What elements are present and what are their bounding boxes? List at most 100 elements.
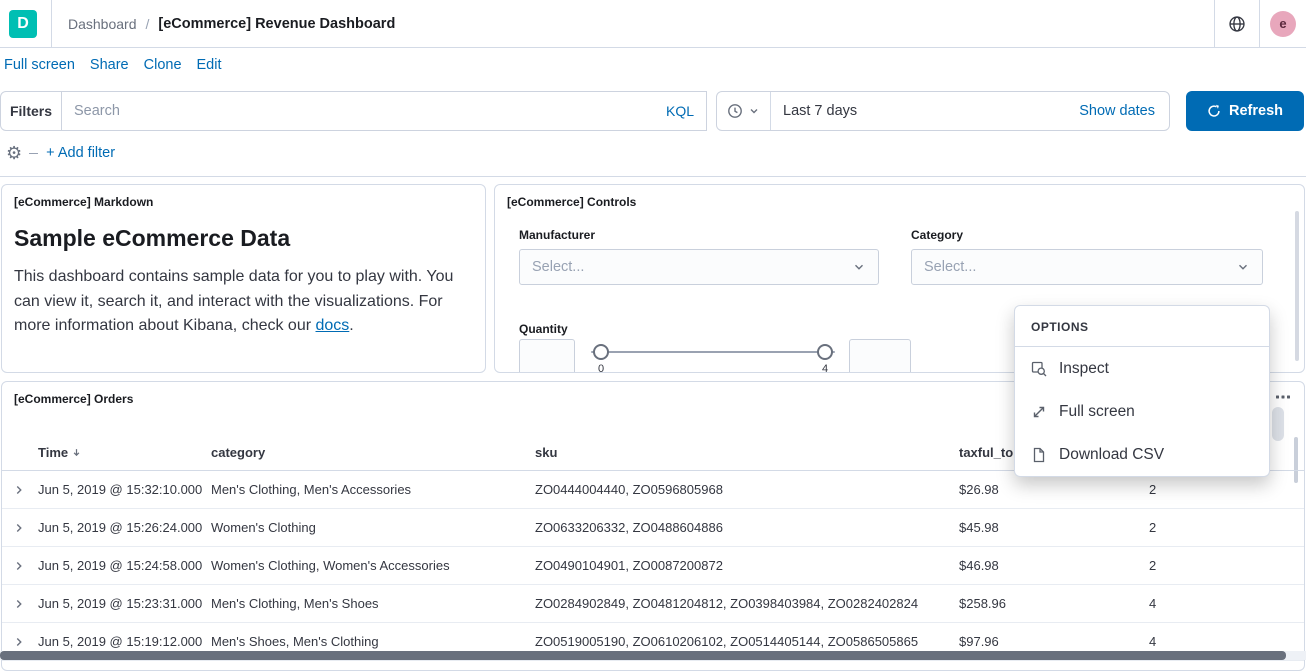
cell-sku: ZO0284902849, ZO0481204812, ZO0398403984… <box>535 596 959 611</box>
expand-row-button[interactable] <box>12 483 26 497</box>
breadcrumb-dashboard[interactable]: Dashboard <box>68 16 137 32</box>
time-header-label: Time <box>38 445 68 460</box>
edit-link[interactable]: Edit <box>197 57 222 73</box>
cell-sku: ZO0633206332, ZO0488604886 <box>535 520 959 535</box>
user-avatar[interactable]: e <box>1270 11 1296 37</box>
cell-category: Men's Clothing, Men's Accessories <box>211 482 535 497</box>
show-dates-button[interactable]: Show dates <box>1079 103 1169 119</box>
column-header-sku[interactable]: sku <box>535 445 959 460</box>
boxes-horizontal-icon <box>1275 389 1291 405</box>
document-icon <box>1031 447 1047 463</box>
cell-price: $97.96 <box>959 634 1149 649</box>
orders-panel-title: [eCommerce] Orders <box>14 392 133 406</box>
expand-row-button[interactable] <box>12 635 26 649</box>
expand-row-button[interactable] <box>12 597 26 611</box>
chevron-down-icon <box>1236 260 1250 274</box>
cell-time: Jun 5, 2019 @ 15:24:58.000 <box>38 558 211 573</box>
cell-category: Men's Clothing, Men's Shoes <box>211 596 535 611</box>
controls-scrollbar-thumb[interactable] <box>1295 211 1299 361</box>
manufacturer-label: Manufacturer <box>519 228 595 242</box>
clock-icon <box>727 103 743 119</box>
breadcrumb: Dashboard / [eCommerce] Revenue Dashboar… <box>68 16 395 32</box>
header-actions: e <box>1214 0 1306 48</box>
full-screen-label: Full screen <box>1059 403 1135 421</box>
full-screen-link[interactable]: Full screen <box>4 57 75 73</box>
add-filter-button[interactable]: + Add filter <box>46 145 115 161</box>
category-placeholder: Select... <box>924 259 1236 275</box>
elastic-logo[interactable]: D <box>9 10 37 38</box>
panel-options-popover: OPTIONS Inspect Full screen Download CSV <box>1014 305 1270 477</box>
cell-quantity: 2 <box>1149 520 1305 535</box>
filter-bar: ⚙ + Add filter <box>6 142 115 164</box>
cell-time: Jun 5, 2019 @ 15:23:31.000 <box>38 596 211 611</box>
dashboard-top-nav: Full screen Share Clone Edit <box>4 57 222 73</box>
search-box: KQL <box>61 91 707 131</box>
cell-quantity: 4 <box>1149 634 1305 649</box>
quantity-max-input[interactable] <box>849 339 911 373</box>
manufacturer-select[interactable]: Select... <box>519 249 879 285</box>
markdown-body: This dashboard contains sample data for … <box>14 265 473 339</box>
app-header: D Dashboard / [eCommerce] Revenue Dashbo… <box>0 0 1306 48</box>
cell-price: $26.98 <box>959 482 1149 497</box>
search-input[interactable] <box>74 103 658 119</box>
docs-link[interactable]: docs <box>316 317 350 334</box>
query-bar-rule <box>0 176 1306 177</box>
table-row: Jun 5, 2019 @ 15:24:58.000 Women's Cloth… <box>2 547 1305 585</box>
quantity-max-value: 4 <box>822 363 828 373</box>
query-bar: Filters KQL Last 7 days Show dates Refre… <box>0 91 1306 131</box>
column-header-category[interactable]: category <box>211 445 535 460</box>
cell-sku: ZO0519005190, ZO0610206102, ZO0514405144… <box>535 634 959 649</box>
inspect-menu-item[interactable]: Inspect <box>1015 347 1269 390</box>
cell-sku: ZO0490104901, ZO0087200872 <box>535 558 959 573</box>
cell-quantity: 2 <box>1149 558 1305 573</box>
refresh-label: Refresh <box>1229 103 1283 119</box>
gear-icon[interactable]: ⚙ <box>6 144 22 162</box>
expand-row-button[interactable] <box>12 521 26 535</box>
markdown-panel: [eCommerce] Markdown Sample eCommerce Da… <box>1 184 486 373</box>
cell-time: Jun 5, 2019 @ 15:26:24.000 <box>38 520 211 535</box>
share-link[interactable]: Share <box>90 57 129 73</box>
table-row: Jun 5, 2019 @ 15:26:24.000 Women's Cloth… <box>2 509 1305 547</box>
cell-price: $258.96 <box>959 596 1149 611</box>
fullscreen-icon <box>1031 404 1047 420</box>
sort-down-icon <box>71 447 82 458</box>
horizontal-scrollbar-thumb[interactable] <box>0 651 1286 660</box>
chevron-down-icon <box>852 260 866 274</box>
refresh-icon <box>1207 104 1221 118</box>
kql-button[interactable]: KQL <box>666 103 694 119</box>
manufacturer-placeholder: Select... <box>532 259 852 275</box>
cell-sku: ZO0444004440, ZO0596805968 <box>535 482 959 497</box>
markdown-text-end: . <box>349 317 353 334</box>
download-csv-menu-item[interactable]: Download CSV <box>1015 433 1269 476</box>
inspect-icon <box>1031 361 1047 377</box>
markdown-panel-title: [eCommerce] Markdown <box>14 195 473 209</box>
filters-button[interactable]: Filters <box>0 91 62 131</box>
page-title: [eCommerce] Revenue Dashboard <box>158 16 395 32</box>
breadcrumb-separator: / <box>146 16 150 32</box>
cell-quantity: 2 <box>1149 482 1305 497</box>
panel-options-button[interactable] <box>1272 388 1294 406</box>
cell-category: Men's Shoes, Men's Clothing <box>211 634 535 649</box>
deployment-button[interactable] <box>1215 0 1259 48</box>
quantity-slider-track <box>591 351 835 353</box>
quantity-slider-handle-min[interactable] <box>593 344 609 360</box>
quantity-min-input[interactable] <box>519 339 575 373</box>
clone-link[interactable]: Clone <box>144 57 182 73</box>
cell-price: $46.98 <box>959 558 1149 573</box>
expand-row-button[interactable] <box>12 559 26 573</box>
column-header-time[interactable]: Time <box>38 445 211 460</box>
time-range-value[interactable]: Last 7 days <box>771 103 869 119</box>
globe-icon <box>1228 15 1246 33</box>
time-picker-quick-menu-button[interactable] <box>717 92 770 130</box>
time-picker: Last 7 days Show dates <box>716 91 1170 131</box>
category-select[interactable]: Select... <box>911 249 1263 285</box>
controls-panel-title: [eCommerce] Controls <box>507 195 636 209</box>
cell-price: $45.98 <box>959 520 1149 535</box>
refresh-button[interactable]: Refresh <box>1186 91 1304 131</box>
quantity-slider-handle-max[interactable] <box>817 344 833 360</box>
filter-bar-dash <box>29 153 38 154</box>
quantity-min-value: 0 <box>598 363 604 373</box>
full-screen-menu-item[interactable]: Full screen <box>1015 390 1269 433</box>
table-row: Jun 5, 2019 @ 15:23:31.000 Men's Clothin… <box>2 585 1305 623</box>
cell-time: Jun 5, 2019 @ 15:19:12.000 <box>38 634 211 649</box>
